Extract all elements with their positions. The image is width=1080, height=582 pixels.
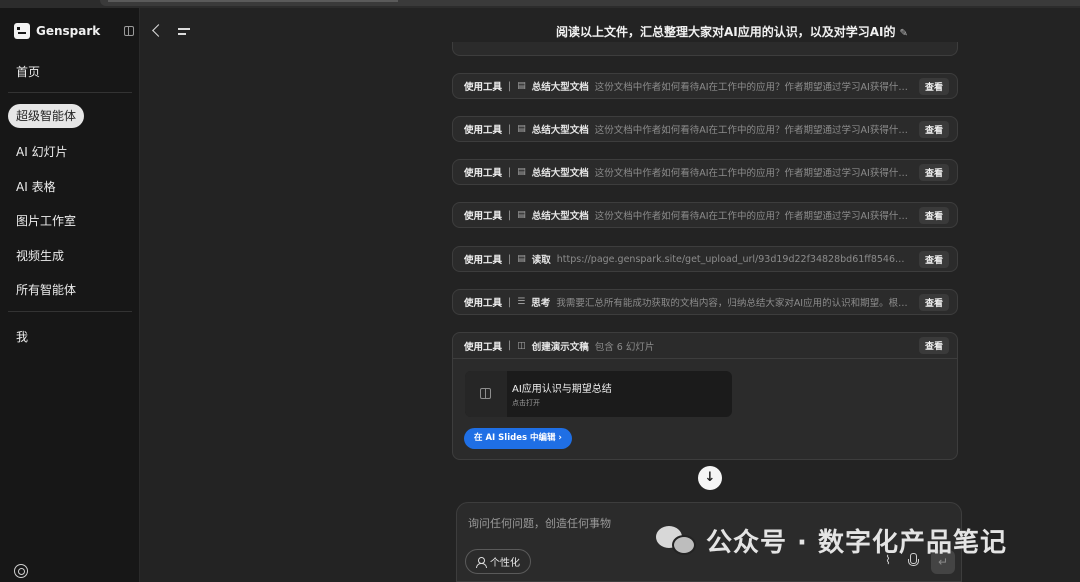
tool-description: 这份文档中作者如何看待AI在工作中的应用？作者期望通过学习AI获得什么？ [594,125,909,136]
tool-action: 读取 [531,255,551,266]
tool-action: 总结大型文档 [531,168,589,179]
tool-separator: | [508,296,512,308]
brand-name: Genspark [36,24,101,38]
tool-card: 使用工具 | ▤ 总结大型文档 这份文档中作者如何看待AI在工作中的应用？作者期… [452,116,958,142]
sidebar: Genspark 首页 超级智能体 AI 幻灯片 AI 表格 图片工作室 视频生… [0,8,140,582]
tool-card: 使用工具 | ☰ 思考 我需要汇总所有能成功获取的文档内容，归纳总结大家对AI应… [452,289,958,315]
tool-tag: 使用工具 [464,298,503,309]
view-button[interactable]: 查看 [918,337,949,354]
menu-icon[interactable] [178,28,190,36]
sidebar-item-home[interactable]: 首页 [16,63,40,80]
view-button[interactable]: 查看 [918,206,949,224]
view-button[interactable]: 查看 [918,250,949,268]
scroll-down-icon[interactable]: ↓ [698,466,722,490]
settings-icon[interactable] [14,564,28,578]
document-icon: ▤ [517,210,526,220]
tool-tag: 使用工具 [464,168,503,179]
tool-tag: 使用工具 [464,255,503,266]
tool-separator: | [508,209,512,221]
document-icon: ▤ [517,81,526,91]
sidebar-item-image-studio[interactable]: 图片工作室 [16,212,76,229]
tool-card: 使用工具 | ▤ 读取 https://page.genspark.site/g… [452,246,958,272]
document-icon: ▤ [517,167,526,177]
tool-card-header: 使用工具 | ◫ 创建演示文稿 包含 6 幻灯片 查看 [453,333,957,359]
sidebar-item-all-agents[interactable]: 所有智能体 [16,281,76,298]
list-icon: ☰ [517,297,526,307]
tool-tag: 使用工具 [464,125,503,136]
tool-action: 创建演示文稿 [531,341,589,353]
page-title: 阅读以上文件，汇总整理大家对AI应用的认识，以及对学习AI的 ✎ [556,23,908,40]
back-arrow-icon[interactable] [152,24,165,37]
sidebar-item-video-gen[interactable]: 视频生成 [16,247,64,264]
wechat-icon [656,525,698,556]
tool-tag: 使用工具 [464,341,503,353]
brand[interactable]: Genspark [14,23,100,39]
view-button[interactable]: 查看 [918,77,949,95]
sidebar-item-me[interactable]: 我 [16,328,28,345]
tool-card: 使用工具 | ▤ 总结大型文档 这份文档中作者如何看待AI在工作中的应用？作者期… [452,159,958,185]
sidebar-item-super-agent[interactable]: 超级智能体 [8,104,85,128]
document-icon: ▤ [517,124,526,134]
edit-in-ai-slides-button[interactable]: 在 AI Slides 中编辑 › [464,428,572,449]
tool-tag: 使用工具 [464,82,503,93]
document-icon: ▤ [517,254,526,264]
sidebar-item-ai-sheets[interactable]: AI 表格 [16,178,56,195]
sidebar-divider [8,92,132,93]
tool-separator: | [508,80,512,92]
slide-thumbnail [465,371,507,417]
slide-deck-subtitle: 点击打开 [512,399,540,407]
sidebar-divider [8,311,132,312]
slide-deck-card[interactable]: AI应用认识与期望总结 点击打开 [465,371,732,417]
tool-separator: | [508,253,512,265]
create-slides-card: 使用工具 | ◫ 创建演示文稿 包含 6 幻灯片 查看 AI应用认识与期望总结 … [452,332,958,460]
tool-description: https://page.genspark.site/get_upload_ur… [556,253,909,265]
genspark-logo-icon [14,23,30,39]
tool-description: 这份文档中作者如何看待AI在工作中的应用？作者期望通过学习AI获得什么？ [594,168,909,179]
watermark-text: 公众号 · 数字化产品笔记 [706,528,1007,558]
tool-description: 这份文档中作者如何看待AI在工作中的应用？作者期望通过学习AI获得什么？ [594,211,909,222]
person-icon [476,556,487,568]
view-button[interactable]: 查看 [918,163,949,181]
personalize-label: 个性化 [490,558,520,569]
tool-description: 这份文档中作者如何看待AI在工作中的应用？作者期望通过学习AI获得什么？ [594,82,909,93]
tool-card: 使用工具 | ▤ 总结大型文档 这份文档中作者如何看待AI在工作中的应用？作者期… [452,202,958,228]
tool-separator: | [508,123,512,135]
tool-action: 总结大型文档 [531,125,589,136]
chat-input[interactable]: 询问任何问题，创造任何事物 [468,515,611,531]
sidebar-collapse-icon[interactable] [124,26,134,36]
tool-action: 总结大型文档 [531,82,589,93]
tool-separator: | [508,166,512,178]
personalize-button[interactable]: 个性化 [465,549,531,574]
tool-separator: | [508,340,512,351]
page-title-text: 阅读以上文件，汇总整理大家对AI应用的认识，以及对学习AI的 [556,25,896,39]
tool-description: 我需要汇总所有能成功获取的文档内容，归纳总结大家对AI应用的认识和期望。根据..… [556,298,909,309]
watermark: 公众号 · 数字化产品笔记 [656,522,1007,559]
browser-top-strip [0,0,1080,8]
slides-icon: ◫ [517,340,526,351]
slide-deck-title: AI应用认识与期望总结 [512,384,612,395]
tool-action: 思考 [531,298,551,309]
edit-title-icon[interactable]: ✎ [900,28,908,39]
tool-action: 总结大型文档 [531,211,589,222]
tool-card: 使用工具 | ▤ 总结大型文档 这份文档中作者如何看待AI在工作中的应用？作者期… [452,73,958,99]
view-button[interactable]: 查看 [918,293,949,311]
address-bar-indicator [108,0,398,2]
sidebar-item-ai-slides[interactable]: AI 幻灯片 [16,143,68,160]
book-icon [480,388,491,399]
view-button[interactable]: 查看 [918,120,949,138]
tool-tag: 使用工具 [464,211,503,222]
tool-card-partial [452,42,958,56]
tool-description: 包含 6 幻灯片 [594,341,655,353]
